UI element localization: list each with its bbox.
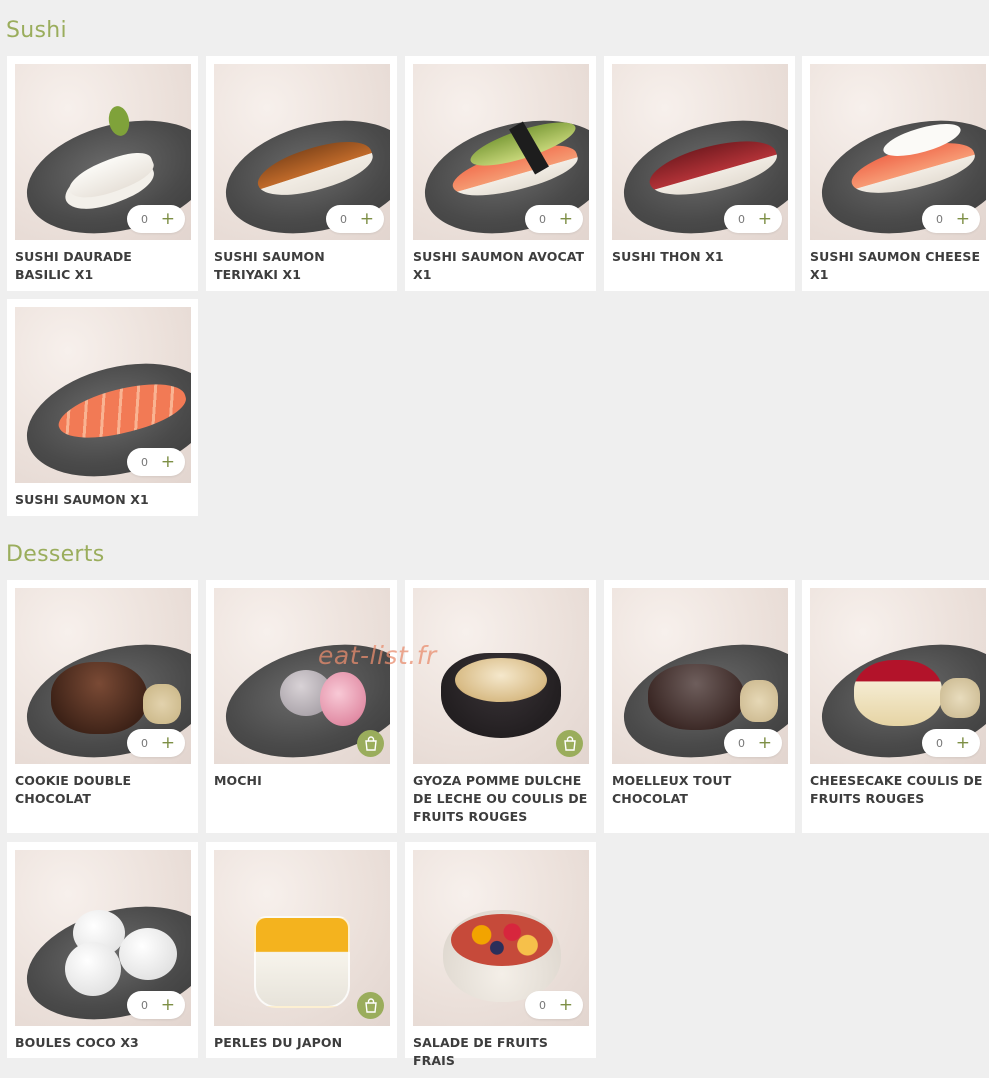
product-photo: 0 + <box>15 64 191 240</box>
quantity-value: 0 <box>141 212 148 226</box>
product-photo: 0 + <box>15 588 191 764</box>
product-card-sushi-thon[interactable]: 0 + SUSHI THON X1 <box>604 56 795 291</box>
quantity-stepper[interactable]: 0 + <box>127 729 185 757</box>
quantity-stepper[interactable]: 0 + <box>922 729 980 757</box>
product-card-boules-coco[interactable]: 0 + BOULES COCO X3 <box>7 842 198 1058</box>
product-card-sushi-saumon[interactable]: 0 + SUSHI SAUMON X1 <box>7 299 198 516</box>
section-title-desserts: Desserts <box>6 542 105 567</box>
plus-icon[interactable]: + <box>161 996 175 1014</box>
shopping-bag-icon <box>556 730 583 757</box>
product-photo <box>214 588 390 764</box>
product-photo: 0 + <box>810 588 986 764</box>
quantity-value: 0 <box>738 736 745 750</box>
product-card-perles-du-japon[interactable]: PERLES DU JAPON <box>206 842 397 1058</box>
plus-icon[interactable]: + <box>161 453 175 471</box>
product-photo <box>214 850 390 1026</box>
product-photo <box>413 588 589 764</box>
quantity-value: 0 <box>141 455 148 469</box>
quantity-stepper[interactable]: 0 + <box>724 729 782 757</box>
product-photo: 0 + <box>214 64 390 240</box>
quantity-value: 0 <box>539 212 546 226</box>
plus-icon[interactable]: + <box>758 210 772 228</box>
quantity-stepper[interactable]: 0 + <box>724 205 782 233</box>
quantity-stepper[interactable]: 0 + <box>326 205 384 233</box>
product-name: SALADE DE FRUITS FRAIS <box>413 1035 548 1068</box>
quantity-stepper[interactable]: 0 + <box>922 205 980 233</box>
plus-icon[interactable]: + <box>161 734 175 752</box>
shopping-bag-icon <box>357 730 384 757</box>
product-name: SUSHI SAUMON CHEESE X1 <box>810 249 981 282</box>
product-name: SUSHI SAUMON X1 <box>15 492 149 507</box>
plus-icon[interactable]: + <box>559 996 573 1014</box>
quantity-value: 0 <box>141 736 148 750</box>
product-name: SUSHI THON X1 <box>612 249 724 264</box>
quantity-stepper[interactable]: 0 + <box>525 991 583 1019</box>
quantity-value: 0 <box>340 212 347 226</box>
product-photo: 0 + <box>612 64 788 240</box>
watermark: eat-list.fr <box>318 641 437 670</box>
product-card-sushi-saumon-avocat[interactable]: 0 + SUSHI SAUMON AVOCAT X1 <box>405 56 596 291</box>
product-card-mochi[interactable]: MOCHI <box>206 580 397 833</box>
quantity-value: 0 <box>738 212 745 226</box>
plus-icon[interactable]: + <box>758 734 772 752</box>
product-photo: 0 + <box>612 588 788 764</box>
quantity-stepper[interactable]: 0 + <box>127 205 185 233</box>
product-name: MOCHI <box>214 773 262 788</box>
product-card-cookie-double-chocolat[interactable]: 0 + COOKIE DOUBLE CHOCOLAT <box>7 580 198 833</box>
product-name: COOKIE DOUBLE CHOCOLAT <box>15 773 132 806</box>
product-photo: 0 + <box>413 64 589 240</box>
product-name: SUSHI DAURADE BASILIC X1 <box>15 249 132 282</box>
product-card-sushi-daurade-basilic[interactable]: 0 + SUSHI DAURADE BASILIC X1 <box>7 56 198 291</box>
plus-icon[interactable]: + <box>956 734 970 752</box>
plus-icon[interactable]: + <box>161 210 175 228</box>
plus-icon[interactable]: + <box>559 210 573 228</box>
product-name: CHEESECAKE COULIS DE FRUITS ROUGES <box>810 773 983 806</box>
quantity-value: 0 <box>936 212 943 226</box>
quantity-stepper[interactable]: 0 + <box>525 205 583 233</box>
product-card-salade-de-fruits[interactable]: 0 + SALADE DE FRUITS FRAIS <box>405 842 596 1068</box>
plus-icon[interactable]: + <box>360 210 374 228</box>
shopping-bag-icon <box>357 992 384 1019</box>
product-name: MOELLEUX TOUT CHOCOLAT <box>612 773 732 806</box>
quantity-stepper[interactable]: 0 + <box>127 448 185 476</box>
quantity-value: 0 <box>141 998 148 1012</box>
product-photo: 0 + <box>15 307 191 483</box>
section-title-sushi: Sushi <box>6 18 67 43</box>
quantity-value: 0 <box>936 736 943 750</box>
product-photo: 0 + <box>810 64 986 240</box>
product-name: SUSHI SAUMON TERIYAKI X1 <box>214 249 325 282</box>
product-photo: 0 + <box>15 850 191 1026</box>
product-name: PERLES DU JAPON <box>214 1035 343 1050</box>
product-card-moelleux-tout-chocolat[interactable]: 0 + MOELLEUX TOUT CHOCOLAT <box>604 580 795 833</box>
product-name: BOULES COCO X3 <box>15 1035 139 1050</box>
product-card-sushi-saumon-teriyaki[interactable]: 0 + SUSHI SAUMON TERIYAKI X1 <box>206 56 397 291</box>
product-card-cheesecake-coulis[interactable]: 0 + CHEESECAKE COULIS DE FRUITS ROUGES <box>802 580 989 833</box>
plus-icon[interactable]: + <box>956 210 970 228</box>
product-name: SUSHI SAUMON AVOCAT X1 <box>413 249 585 282</box>
product-photo: 0 + <box>413 850 589 1026</box>
product-card-sushi-saumon-cheese[interactable]: 0 + SUSHI SAUMON CHEESE X1 <box>802 56 989 291</box>
quantity-value: 0 <box>539 998 546 1012</box>
product-name: GYOZA POMME DULCHE DE LECHE OU COULIS DE… <box>413 773 588 824</box>
product-card-gyoza-pomme[interactable]: GYOZA POMME DULCHE DE LECHE OU COULIS DE… <box>405 580 596 833</box>
quantity-stepper[interactable]: 0 + <box>127 991 185 1019</box>
